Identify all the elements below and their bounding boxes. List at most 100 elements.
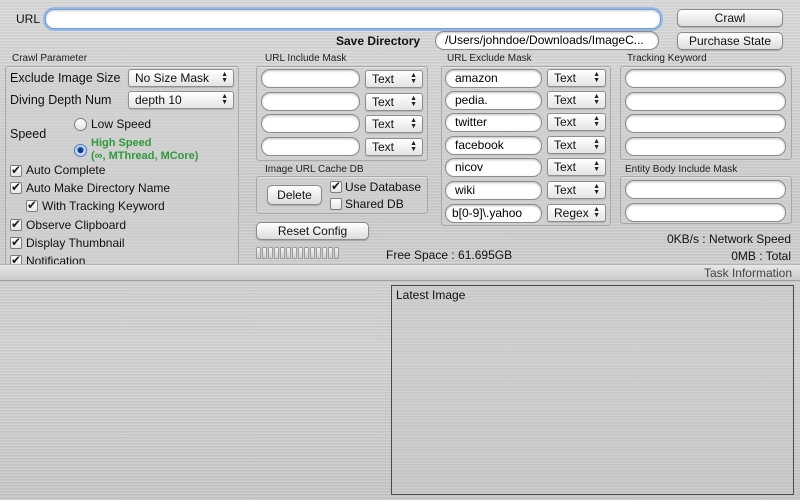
low-speed-label: Low Speed	[91, 117, 152, 131]
include-mask-field-2[interactable]	[261, 92, 360, 111]
tracking-keyword-field-1[interactable]	[625, 69, 786, 88]
exclude-mask-type-1-value: Text	[554, 71, 577, 85]
tracking-keyword-field-2[interactable]	[625, 92, 786, 111]
latest-image-panel: Latest Image	[391, 285, 794, 495]
progress-segment	[328, 247, 333, 259]
save-directory-label: Save Directory	[336, 34, 421, 48]
progress-segment	[310, 247, 315, 259]
exclude-mask-type-2-value: Text	[554, 93, 577, 107]
include-mask-field-4[interactable]	[261, 137, 360, 156]
entity-body-mask-title: Entity Body Include Mask	[625, 164, 738, 175]
url-include-mask-title: URL Include Mask	[265, 53, 347, 64]
exclude-mask-field-2[interactable]: pedia.	[445, 91, 542, 110]
exclude-image-size-label: Exclude Image Size	[10, 71, 121, 85]
exclude-mask-field-6[interactable]: wiki	[445, 181, 542, 200]
high-speed-radio[interactable]	[74, 144, 87, 157]
progress-segment	[262, 247, 267, 259]
crawl-button[interactable]: Crawl	[677, 9, 783, 27]
crawl-parameter-title: Crawl Parameter	[12, 53, 88, 64]
progress-segment	[274, 247, 279, 259]
save-directory-field[interactable]: /Users/johndoe/Downloads/ImageC...	[435, 31, 659, 50]
exclude-mask-type-4-value: Text	[554, 138, 577, 152]
progress-segment	[298, 247, 303, 259]
progress-segment	[334, 247, 339, 259]
include-mask-type-2[interactable]: Text ▲ ▼	[365, 93, 423, 111]
exclude-mask-type-2[interactable]: Text ▲ ▼	[547, 91, 606, 109]
chevron-updown-icon: ▲ ▼	[593, 138, 600, 151]
chevron-updown-icon: ▲ ▼	[593, 160, 600, 173]
diving-depth-popup[interactable]: depth 10 ▲ ▼	[128, 91, 234, 109]
tracking-keyword-field-4[interactable]	[625, 137, 786, 156]
observe-clipboard-checkbox[interactable]	[10, 217, 22, 231]
chevron-updown-icon: ▲ ▼	[410, 117, 417, 130]
include-mask-type-3[interactable]: Text ▲ ▼	[365, 115, 423, 133]
include-mask-type-2-value: Text	[372, 95, 395, 109]
chevron-updown-icon: ▲ ▼	[221, 93, 228, 106]
auto-complete-checkbox[interactable]	[10, 163, 22, 177]
exclude-mask-field-3[interactable]: twitter	[445, 113, 542, 132]
total-label: 0MB : Total	[731, 249, 791, 263]
entity-body-field-1[interactable]	[625, 180, 786, 199]
purchase-state-button[interactable]: Purchase State	[677, 32, 783, 50]
url-label: URL	[16, 12, 41, 26]
url-input[interactable]	[45, 9, 661, 29]
chevron-updown-icon: ▲ ▼	[593, 93, 600, 106]
exclude-mask-type-5[interactable]: Text ▲ ▼	[547, 158, 606, 176]
include-mask-type-1[interactable]: Text ▲ ▼	[365, 70, 423, 88]
shared-db-checkbox[interactable]	[330, 198, 342, 210]
diving-depth-label: Diving Depth Num	[10, 93, 112, 107]
exclude-mask-field-5[interactable]: nicov	[445, 158, 542, 177]
with-tracking-keyword-checkbox[interactable]	[26, 198, 38, 212]
shared-db-label: Shared DB	[345, 197, 404, 211]
exclude-mask-type-7-value: Regex	[554, 206, 589, 220]
progress-segment	[280, 247, 285, 259]
exclude-mask-type-6[interactable]: Text ▲ ▼	[547, 181, 606, 199]
chevron-updown-icon: ▲ ▼	[593, 183, 600, 196]
exclude-mask-field-4[interactable]: facebook	[445, 136, 542, 155]
exclude-image-size-value: No Size Mask	[135, 71, 210, 85]
include-mask-type-3-value: Text	[372, 117, 395, 131]
delete-button[interactable]: Delete	[267, 185, 322, 205]
progress-segment	[304, 247, 309, 259]
exclude-image-size-popup[interactable]: No Size Mask ▲ ▼	[128, 69, 234, 87]
free-space-label: Free Space : 61.695GB	[386, 248, 513, 262]
exclude-mask-type-1[interactable]: Text ▲ ▼	[547, 69, 606, 87]
chevron-updown-icon: ▲ ▼	[593, 115, 600, 128]
speed-label: Speed	[10, 127, 47, 141]
task-information-label: Task Information	[703, 266, 792, 280]
progress-segment	[292, 247, 297, 259]
url-exclude-mask-title: URL Exclude Mask	[447, 53, 532, 64]
exclude-mask-type-5-value: Text	[554, 160, 577, 174]
progress-segment	[316, 247, 321, 259]
use-database-checkbox[interactable]	[330, 179, 342, 193]
low-speed-radio[interactable]	[74, 118, 87, 131]
exclude-mask-type-6-value: Text	[554, 183, 577, 197]
tracking-keyword-field-3[interactable]	[625, 114, 786, 133]
exclude-mask-type-4[interactable]: Text ▲ ▼	[547, 136, 606, 154]
network-speed-label: 0KB/s : Network Speed	[666, 232, 791, 246]
include-mask-type-4[interactable]: Text ▲ ▼	[365, 138, 423, 156]
include-mask-field-1[interactable]	[261, 69, 360, 88]
chevron-updown-icon: ▲ ▼	[593, 71, 600, 84]
display-thumbnail-checkbox[interactable]	[10, 235, 22, 249]
high-speed-label: High Speed	[91, 137, 152, 149]
progress-segment	[322, 247, 327, 259]
include-mask-type-1-value: Text	[372, 72, 395, 86]
diving-depth-value: depth 10	[135, 93, 182, 107]
exclude-mask-type-7[interactable]: Regex ▲ ▼	[547, 204, 606, 222]
auto-make-directory-checkbox[interactable]	[10, 180, 22, 194]
latest-image-label: Latest Image	[396, 288, 466, 302]
reset-config-button[interactable]: Reset Config	[256, 222, 369, 240]
exclude-mask-field-1[interactable]: amazon	[445, 69, 542, 88]
progress-segment	[286, 247, 291, 259]
chevron-updown-icon: ▲ ▼	[410, 72, 417, 85]
entity-body-field-2[interactable]	[625, 203, 786, 222]
include-mask-type-4-value: Text	[372, 140, 395, 154]
exclude-mask-type-3-value: Text	[554, 115, 577, 129]
progress-segment	[256, 247, 261, 259]
include-mask-field-3[interactable]	[261, 114, 360, 133]
exclude-mask-type-3[interactable]: Text ▲ ▼	[547, 113, 606, 131]
chevron-updown-icon: ▲ ▼	[593, 206, 600, 219]
auto-complete-label: Auto Complete	[26, 163, 106, 177]
exclude-mask-field-7[interactable]: b[0-9]\.yahoo	[445, 204, 542, 223]
